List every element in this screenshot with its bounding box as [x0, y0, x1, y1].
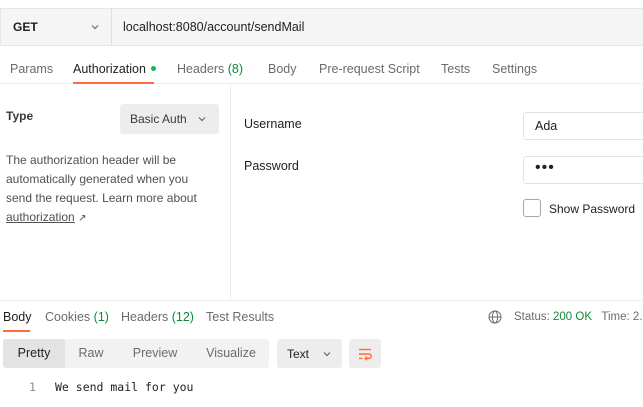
response-tab-body[interactable]: Body [3, 310, 32, 324]
password-input[interactable]: ••• [523, 156, 643, 184]
wrap-lines-icon [359, 348, 372, 361]
line-number: 1 [29, 380, 36, 394]
response-tab-test-results[interactable]: Test Results [206, 310, 274, 324]
request-tabs: Params Authorization Headers (8) Body Pr… [0, 54, 643, 84]
tab-params[interactable]: Params [10, 62, 53, 76]
tab-headers-count: (8) [227, 62, 244, 76]
response-tab-headers[interactable]: Headers (12) [121, 310, 194, 324]
response-body-text[interactable]: We send mail for you [55, 380, 193, 394]
auth-type-panel: Type Basic Auth The authorization header… [0, 85, 231, 299]
view-preview[interactable]: Preview [117, 339, 193, 368]
cookies-count: (1) [93, 310, 109, 324]
authorization-link[interactable]: authorization [6, 210, 75, 224]
globe-icon[interactable] [488, 310, 502, 324]
response-tab-cookies[interactable]: Cookies (1) [45, 310, 109, 324]
auth-type-value: Basic Auth [130, 112, 187, 126]
response-headers-label: Headers [121, 310, 169, 324]
password-value: ••• [535, 159, 555, 176]
tab-tests[interactable]: Tests [441, 62, 470, 76]
response-status: Status: 200 OK Time: 2. [514, 311, 643, 323]
cookies-label: Cookies [45, 310, 91, 324]
external-link-icon: ↗ [78, 213, 87, 224]
username-value: Ada [535, 119, 558, 133]
response-format-select[interactable]: Text [277, 339, 342, 368]
response-body-line: 1 We send mail for you [0, 380, 643, 396]
auth-type-select[interactable]: Basic Auth [120, 104, 219, 134]
chevron-down-icon [323, 351, 331, 356]
chevron-down-icon [91, 25, 99, 30]
view-raw[interactable]: Raw [65, 339, 117, 368]
password-label: Password [244, 159, 299, 173]
chevron-down-icon [198, 117, 206, 122]
tab-body[interactable]: Body [268, 62, 297, 76]
method-label: GET [13, 20, 38, 34]
auth-description: The authorization header will be automat… [6, 151, 216, 228]
username-input[interactable]: Ada [523, 112, 643, 140]
url-input[interactable]: localhost:8080/account/sendMail [112, 20, 304, 34]
username-label: Username [244, 117, 302, 131]
show-password-label[interactable]: Show Password [549, 202, 635, 216]
status-dot-icon [150, 66, 156, 72]
auth-type-label: Type [6, 109, 34, 123]
status-value[interactable]: 200 OK [553, 311, 592, 323]
active-response-tab-indicator [3, 330, 30, 332]
response-view-selector: Pretty Raw Preview Visualize [3, 339, 269, 368]
response-headers-count: (12) [171, 310, 194, 324]
tab-headers[interactable]: Headers (8) [177, 62, 243, 76]
view-visualize[interactable]: Visualize [193, 339, 269, 368]
tab-settings[interactable]: Settings [492, 62, 537, 76]
active-tab-indicator [73, 82, 154, 84]
response-tabs: Body Cookies (1) Headers (12) Test Resul… [0, 300, 643, 332]
request-url-bar: GET localhost:8080/account/sendMail [0, 8, 643, 46]
view-pretty[interactable]: Pretty [3, 339, 65, 368]
wrap-lines-button[interactable] [349, 339, 381, 368]
tab-authorization[interactable]: Authorization [73, 62, 156, 76]
status-label: Status: [514, 311, 550, 323]
show-password-checkbox[interactable] [523, 199, 541, 217]
response-format-value: Text [287, 346, 310, 361]
tab-headers-label: Headers [177, 62, 225, 76]
tab-pre-request-script[interactable]: Pre-request Script [319, 62, 420, 76]
method-select[interactable]: GET [1, 9, 112, 45]
response-time[interactable]: Time: 2. [601, 311, 642, 323]
auth-description-text: The authorization header will be automat… [6, 153, 197, 205]
tab-authorization-label: Authorization [73, 62, 146, 76]
